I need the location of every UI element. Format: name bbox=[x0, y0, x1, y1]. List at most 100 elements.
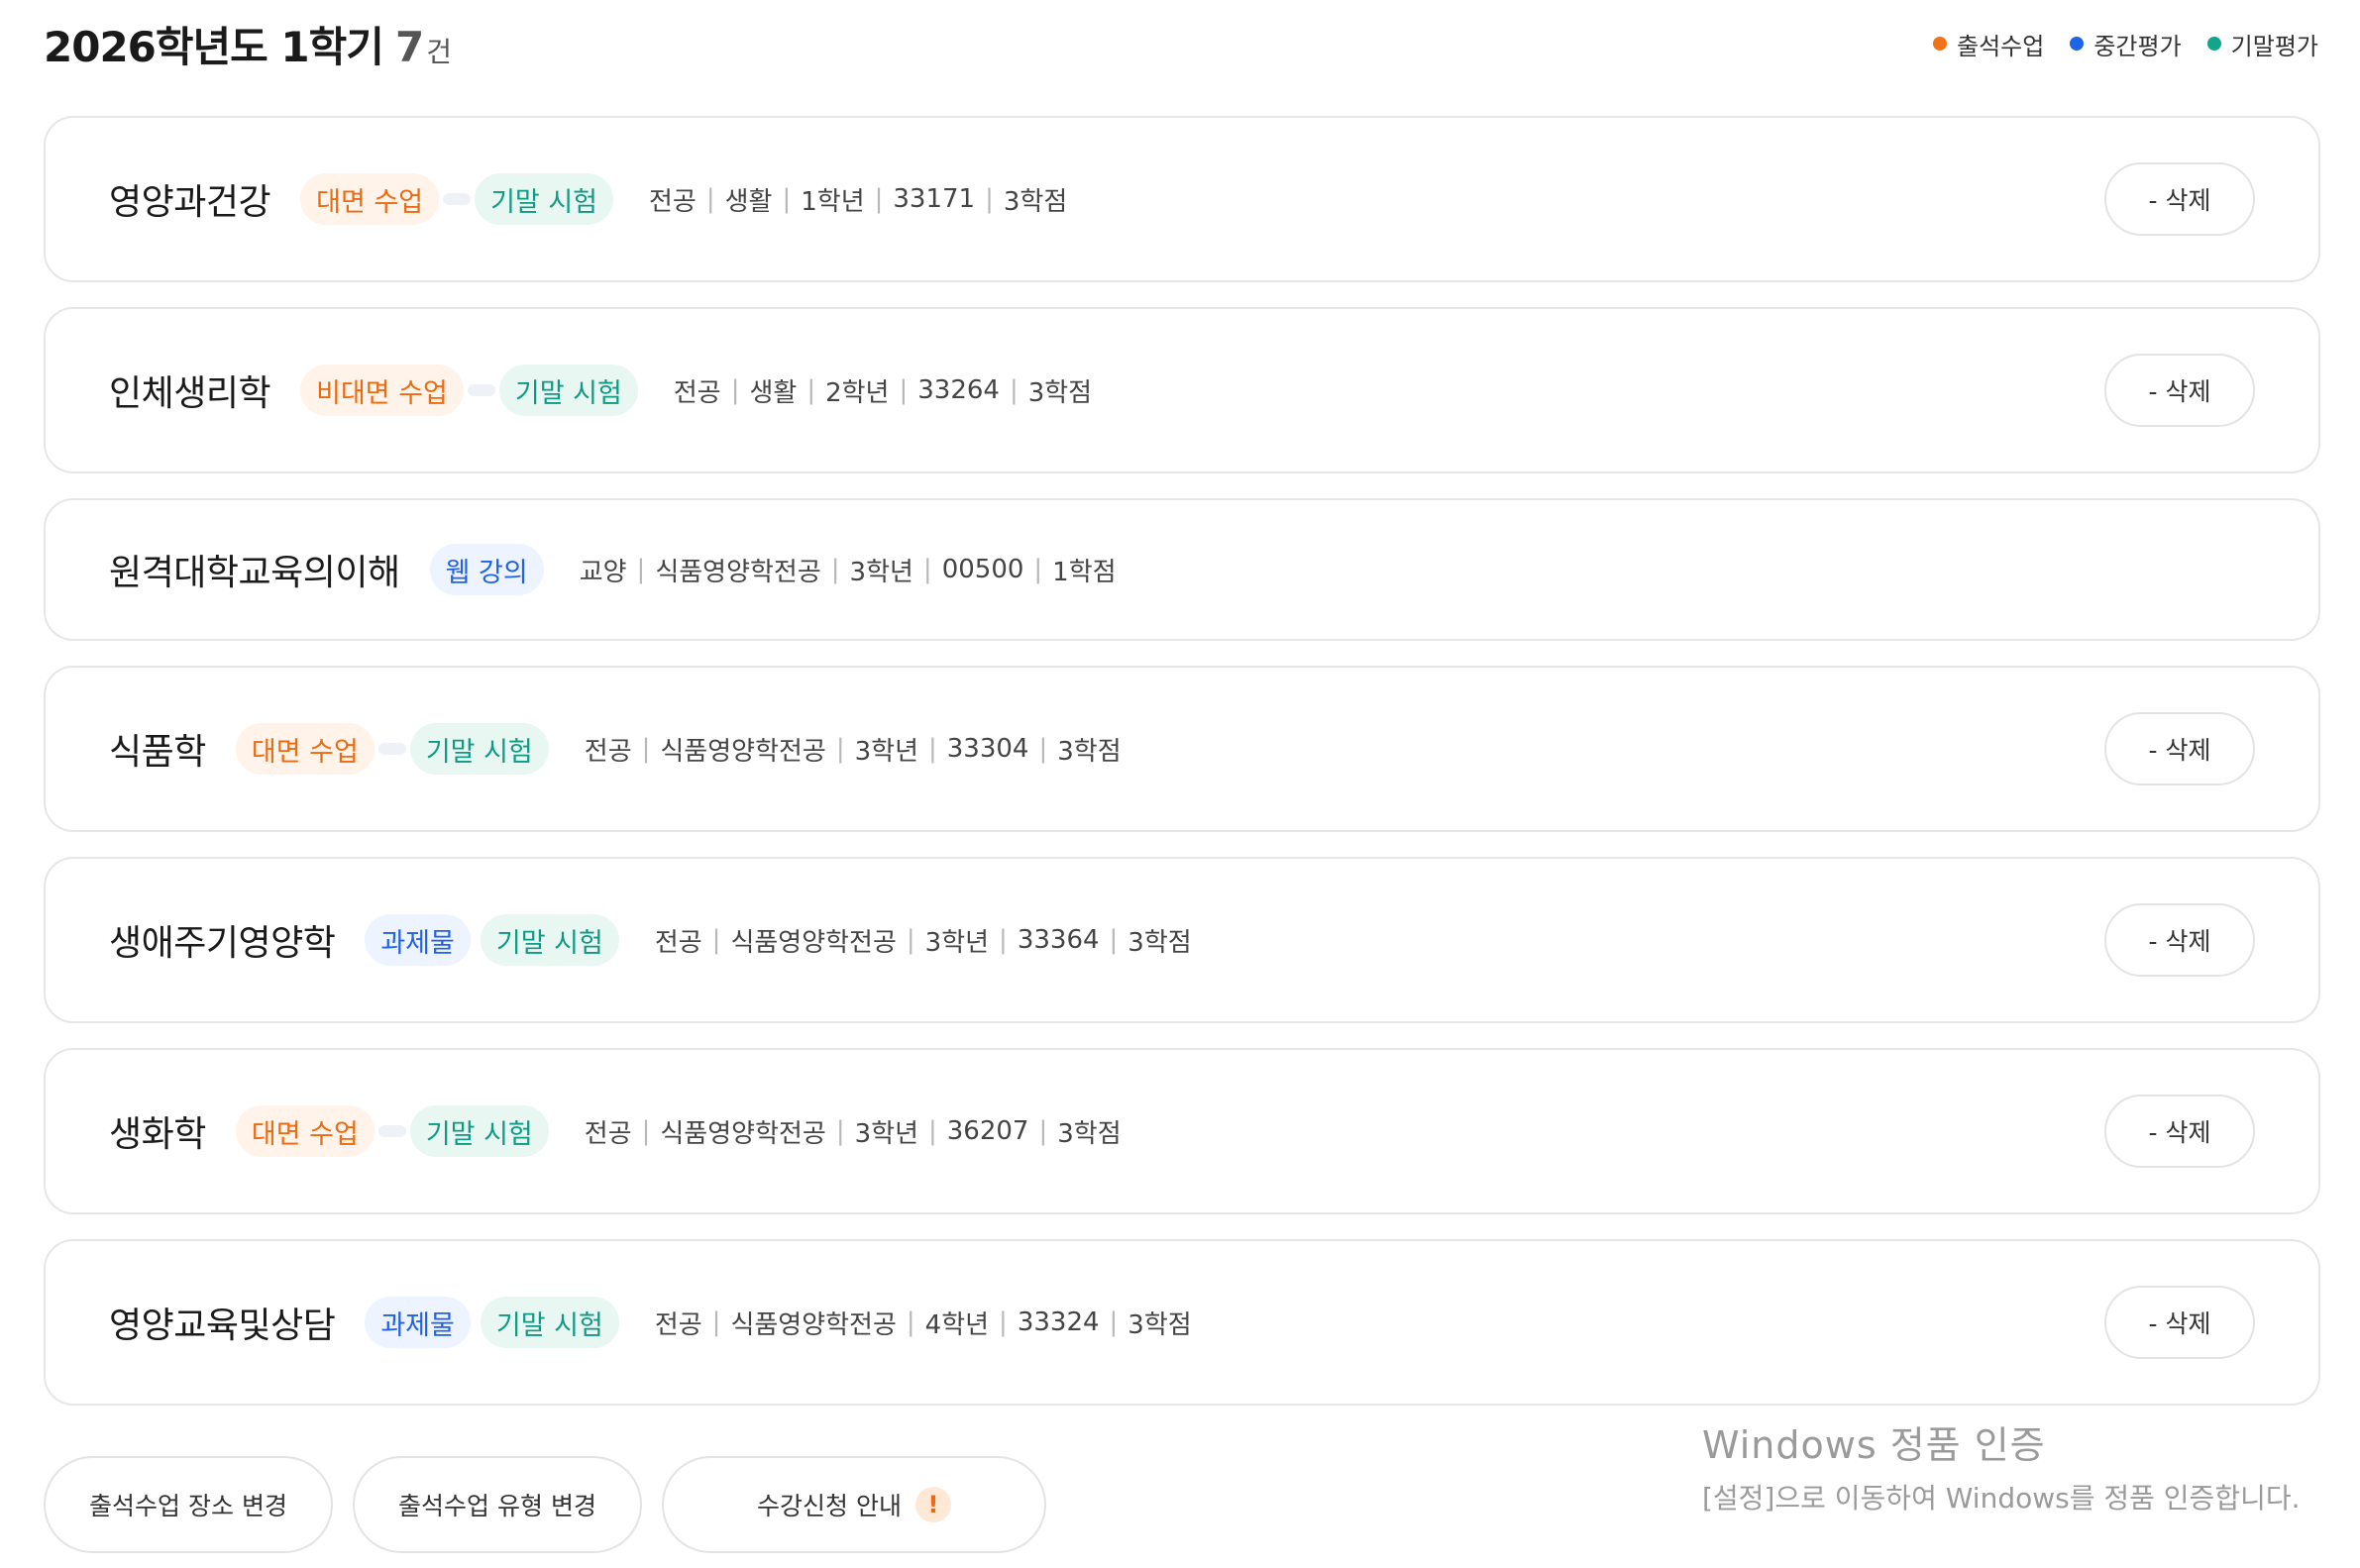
meta-separator: | bbox=[730, 375, 740, 405]
legend-item-final: 기말평가 bbox=[2206, 27, 2318, 61]
course-meta: 전공 | 식품영양학전공 | 4학년 | 33324 | 3학점 bbox=[655, 1305, 1192, 1341]
badge-connector bbox=[377, 1125, 406, 1137]
meta-separator: | bbox=[1009, 375, 1019, 405]
meta-value: 식품영양학전공 bbox=[660, 736, 826, 767]
course-type-badge: 웹 강의 bbox=[429, 544, 544, 595]
meta-value: 교양 bbox=[579, 557, 627, 587]
course-type-badge: 과제물 bbox=[365, 914, 471, 966]
change-attendance-type-label: 출석수업 유형 변경 bbox=[398, 1492, 596, 1520]
meta-value: 33264 bbox=[917, 375, 1000, 405]
registration-guide-label: 수강신청 안내 bbox=[757, 1492, 902, 1520]
delete-course-button[interactable]: - 삭제 bbox=[2104, 712, 2255, 785]
meta-separator: | bbox=[835, 1116, 845, 1146]
meta-separator: | bbox=[985, 184, 994, 214]
legend-label: 기말평가 bbox=[2230, 32, 2318, 60]
meta-value: 33304 bbox=[946, 734, 1029, 764]
meta-separator: | bbox=[705, 184, 715, 214]
legend-item-attendance: 출석수업 bbox=[1933, 27, 2044, 61]
course-meta: 전공 | 식품영양학전공 | 3학년 | 33304 | 3학점 bbox=[585, 731, 1122, 768]
course-type-badge: 대면 수업 bbox=[300, 173, 440, 225]
meta-separator: | bbox=[782, 184, 792, 214]
change-attendance-type-button[interactable]: 출석수업 유형 변경 bbox=[353, 1456, 642, 1553]
course-type-badge: 기말 시험 bbox=[498, 365, 638, 416]
semester-title: 2026학년도 1학기 7 건 bbox=[44, 14, 452, 74]
legend: 출석수업 중간평가 기말평가 bbox=[1933, 27, 2322, 61]
meta-value: 3학점 bbox=[1003, 186, 1068, 217]
badge-connector bbox=[467, 384, 495, 396]
course-badges: 과제물 기말 시험 bbox=[365, 914, 619, 966]
course-name: 식품학 bbox=[109, 732, 206, 773]
course-badges: 과제물 기말 시험 bbox=[365, 1297, 619, 1348]
course-type-badge: 비대면 수업 bbox=[300, 365, 464, 416]
meta-value: 3학년 bbox=[924, 927, 990, 958]
course-card: 영양교육및상담 과제물 기말 시험 전공 | 식품영양학전공 | 4학년 | 33324 | 3학점 -… bbox=[44, 1239, 2320, 1406]
meta-separator: | bbox=[999, 925, 1008, 955]
page: 2026학년도 1학기 7 건 출석수업 중간평가 기말평가 영양과건강 대면 수… bbox=[0, 0, 2360, 1568]
course-name: 원격대학교육의이해 bbox=[109, 553, 400, 593]
course-type-badge: 기말 시험 bbox=[409, 1105, 549, 1157]
course-count-unit: 건 bbox=[426, 35, 452, 68]
badge-connector bbox=[377, 743, 406, 755]
legend-label: 중간평가 bbox=[2093, 32, 2182, 60]
meta-separator: | bbox=[1109, 925, 1119, 955]
meta-value: 3학년 bbox=[854, 1118, 918, 1149]
course-card: 생애주기영양학 과제물 기말 시험 전공 | 식품영양학전공 | 3학년 | 33364 | 3학점 -… bbox=[44, 857, 2320, 1023]
meta-separator: | bbox=[641, 1116, 651, 1146]
course-meta: 전공 | 생활 | 2학년 | 33264 | 3학점 bbox=[674, 372, 1092, 409]
meta-value: 3학점 bbox=[1127, 927, 1192, 958]
meta-value: 1학년 bbox=[801, 186, 865, 217]
green-dot-icon bbox=[2206, 37, 2221, 51]
legend-label: 출석수업 bbox=[1957, 32, 2045, 60]
course-card: 원격대학교육의이해 웹 강의 교양 | 식품영양학전공 | 3학년 | 00500 | 1학점 bbox=[44, 498, 2320, 641]
course-type-badge: 기말 시험 bbox=[409, 723, 549, 775]
semester-title-text: 2026학년도 1학기 bbox=[44, 22, 384, 71]
delete-course-button[interactable]: - 삭제 bbox=[2104, 354, 2255, 427]
delete-course-button[interactable]: - 삭제 bbox=[2104, 903, 2255, 977]
course-type-badge: 기말 시험 bbox=[475, 173, 614, 225]
meta-value: 4학년 bbox=[924, 1309, 990, 1340]
meta-value: 생활 bbox=[749, 377, 798, 408]
registration-guide-button[interactable]: 수강신청 안내 ! bbox=[662, 1456, 1046, 1553]
meta-separator: | bbox=[835, 734, 845, 764]
meta-value: 33324 bbox=[1017, 1307, 1100, 1337]
meta-separator: | bbox=[711, 1307, 721, 1337]
watermark-subtitle: [설정]으로 이동하여 Windows를 정품 인증합니다. bbox=[1702, 1482, 2301, 1515]
course-count: 7 bbox=[394, 22, 425, 71]
list-header: 2026학년도 1학기 7 건 출석수업 중간평가 기말평가 bbox=[44, 14, 2322, 73]
delete-course-button[interactable]: - 삭제 bbox=[2104, 1286, 2255, 1359]
meta-value: 전공 bbox=[649, 186, 697, 217]
course-type-badge: 대면 수업 bbox=[235, 723, 375, 775]
course-name: 인체생리학 bbox=[109, 373, 271, 414]
meta-separator: | bbox=[906, 1307, 915, 1337]
meta-separator: | bbox=[922, 555, 932, 584]
meta-value: 전공 bbox=[584, 1118, 632, 1149]
meta-separator: | bbox=[899, 375, 909, 405]
course-card: 생화학 대면 수업 기말 시험 전공 | 식품영양학전공 | 3학년 | 36207 | 3학점 - 삭… bbox=[44, 1048, 2320, 1214]
meta-value: 전공 bbox=[654, 927, 702, 958]
change-attendance-place-button[interactable]: 출석수업 장소 변경 bbox=[44, 1456, 333, 1553]
meta-value: 식품영양학전공 bbox=[730, 1309, 897, 1340]
course-card: 인체생리학 비대면 수업 기말 시험 전공 | 생활 | 2학년 | 33264 | 3학점 - 삭제 bbox=[44, 307, 2320, 473]
meta-value: 전공 bbox=[654, 1309, 702, 1340]
course-badges: 대면 수업 기말 시험 bbox=[235, 723, 549, 775]
meta-separator: | bbox=[928, 1116, 937, 1146]
meta-separator: | bbox=[711, 925, 721, 955]
meta-value: 33364 bbox=[1017, 925, 1100, 955]
exclamation-icon: ! bbox=[914, 1487, 951, 1522]
meta-value: 3학년 bbox=[849, 557, 913, 587]
course-badges: 대면 수업 기말 시험 bbox=[235, 1105, 549, 1157]
meta-separator: | bbox=[1038, 1116, 1048, 1146]
meta-separator: | bbox=[1109, 1307, 1119, 1337]
delete-course-button[interactable]: - 삭제 bbox=[2104, 162, 2255, 236]
meta-value: 식품영양학전공 bbox=[730, 927, 897, 958]
course-list: 영양과건강 대면 수업 기말 시험 전공 | 생활 | 1학년 | 33171 | 3학점 - 삭제 인체… bbox=[44, 116, 2320, 1430]
meta-value: 식품영양학전공 bbox=[660, 1118, 826, 1149]
windows-activation-watermark: Windows 정품 인증 [설정]으로 이동하여 Windows를 정품 인증… bbox=[1702, 1414, 2301, 1516]
course-name: 생화학 bbox=[109, 1114, 206, 1155]
course-name: 영양교육및상담 bbox=[109, 1306, 336, 1346]
meta-separator: | bbox=[999, 1307, 1008, 1337]
course-type-badge: 기말 시험 bbox=[480, 914, 619, 966]
delete-course-button[interactable]: - 삭제 bbox=[2104, 1095, 2255, 1168]
meta-value: 00500 bbox=[941, 555, 1024, 584]
meta-separator: | bbox=[928, 734, 937, 764]
